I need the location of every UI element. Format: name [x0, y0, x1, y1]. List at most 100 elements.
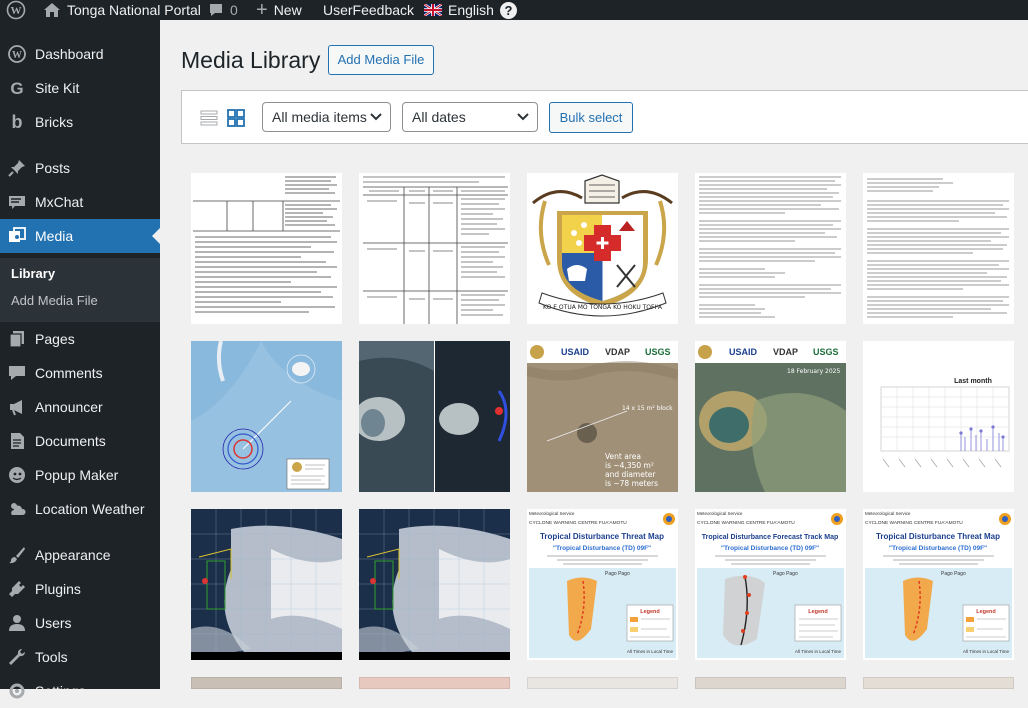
media-item-cloud-satellite-1[interactable] — [191, 509, 342, 660]
media-item-cloud-satellite-2[interactable] — [359, 509, 510, 660]
sidebar-item-label: Tools — [35, 649, 68, 665]
wordpress-logo[interactable]: W — [6, 0, 26, 20]
usgs-logo: USGS — [645, 347, 671, 357]
paintbrush-icon — [9, 547, 25, 564]
sidebar-item-comments[interactable]: Comments — [0, 356, 160, 390]
sidebar-item-label: Comments — [35, 365, 103, 381]
media-item-photo-1[interactable] — [191, 677, 342, 689]
vent-diam-label: and diameter — [605, 470, 656, 479]
plugin-icon — [9, 581, 25, 597]
media-item-ocean-map[interactable] — [191, 341, 342, 492]
admin-bar: W Tonga National Portal 0 + New UserFeed… — [0, 0, 1028, 20]
sidebar-item-settings[interactable]: Settings — [0, 674, 160, 708]
document-icon — [11, 433, 24, 449]
all-times-label: All Times in Local Time — [795, 649, 842, 654]
usgs-logo: USGS — [813, 347, 839, 357]
comments-link[interactable]: 0 — [208, 0, 238, 20]
media-item-photo-5[interactable] — [863, 677, 1014, 689]
sidebar-item-label: Appearance — [35, 547, 111, 563]
sidebar-item-appearance[interactable]: Appearance — [0, 538, 160, 572]
legend-title: Legend — [976, 609, 996, 615]
media-toolbar: All media items All dates Bulk select — [181, 90, 1028, 144]
sidebar-item-label: Posts — [35, 160, 71, 176]
sidebar-item-pages[interactable]: Pages — [0, 322, 160, 356]
image-date-label: 18 February 2025 — [787, 368, 840, 375]
media-item-document-text-2[interactable] — [863, 173, 1014, 324]
vdap-logo: VDAP — [605, 347, 630, 357]
sidebar-item-popup-maker[interactable]: Popup Maker — [0, 458, 160, 492]
document-thumbnail — [191, 173, 342, 324]
media-item-document-positions[interactable] — [359, 173, 510, 324]
legend-title: Legend — [808, 609, 828, 615]
dashboard-icon: W — [8, 45, 26, 63]
threat-map-image: Meteorological Service CYCLONE WARNING C… — [863, 509, 1014, 660]
media-item-forecast-track-map[interactable]: Meteorological Service CYCLONE WARNING C… — [695, 509, 846, 660]
sidebar-item-documents[interactable]: Documents — [0, 424, 160, 458]
sidebar-item-posts[interactable]: Posts — [0, 151, 160, 185]
vent-size-label: is ~4,350 m² — [605, 461, 654, 470]
seismic-chart-image: Last month — [863, 341, 1014, 492]
sidebar-item-site-kit[interactable]: G Site Kit — [0, 71, 160, 105]
media-item-document-table[interactable] — [191, 173, 342, 324]
usaid-logo: USAID — [561, 347, 590, 357]
bulk-select-button[interactable]: Bulk select — [549, 102, 633, 133]
media-item-photo-4[interactable] — [695, 677, 846, 689]
media-item-photo-3[interactable] — [527, 677, 678, 689]
svg-text:W: W — [12, 50, 22, 61]
vent-area-label: Vent area — [605, 452, 641, 461]
svg-text:G: G — [10, 79, 23, 97]
forecast-track-map-image: Meteorological Service CYCLONE WARNING C… — [695, 509, 846, 660]
submenu-add-media-file[interactable]: Add Media File — [11, 293, 98, 308]
all-times-label: All Times in Local Time — [627, 649, 674, 654]
site-name-link[interactable]: Tonga National Portal — [43, 0, 201, 20]
language-switcher[interactable]: English ? — [424, 0, 517, 20]
admin-sidebar: W Dashboard G Site Kit b Bricks Posts Mx… — [0, 20, 160, 699]
document-thumbnail — [359, 173, 510, 324]
document-thumbnail — [695, 173, 846, 324]
bricks-b-icon: b — [12, 113, 23, 131]
megaphone-icon — [10, 400, 22, 416]
grid-view-icon[interactable] — [227, 109, 245, 127]
userfeedback-label: UserFeedback — [323, 2, 415, 18]
place-label: Pago Pago — [605, 571, 630, 577]
help-icon[interactable]: ? — [499, 1, 517, 19]
chevron-down-icon — [370, 113, 382, 121]
sidebar-item-location-weather[interactable]: Location Weather — [0, 492, 160, 526]
media-item-satellite-comparison[interactable] — [359, 341, 510, 492]
sidebar-item-label: Dashboard — [35, 46, 104, 62]
submenu-library[interactable]: Library — [11, 266, 55, 281]
media-item-threat-map-1[interactable]: Meteorological Service CYCLONE WARNING C… — [527, 509, 678, 660]
media-submenu: Library Add Media File — [0, 258, 160, 322]
list-view-icon[interactable] — [200, 109, 218, 127]
date-filter[interactable]: All dates — [402, 102, 538, 132]
td-name: "Tropical Disturbance (TD) 09F" — [889, 545, 987, 552]
media-item-threat-map-2[interactable]: Meteorological Service CYCLONE WARNING C… — [863, 509, 1014, 660]
sidebar-item-users[interactable]: Users — [0, 606, 160, 640]
add-media-file-button[interactable]: Add Media File — [328, 45, 434, 75]
userfeedback-link[interactable]: UserFeedback — [323, 0, 414, 20]
vdap-logo: VDAP — [773, 347, 798, 357]
media-item-photo-2[interactable] — [359, 677, 510, 689]
sidebar-item-bricks[interactable]: b Bricks — [0, 105, 160, 139]
threat-map-image: Meteorological Service CYCLONE WARNING C… — [527, 509, 678, 660]
map-title: Tropical Disturbance Forecast Track Map — [702, 534, 839, 541]
media-item-coat-of-arms[interactable]: KO E OTUA MO TONGA KO HOKU TOFI'A — [527, 173, 678, 324]
sidebar-item-announcer[interactable]: Announcer — [0, 390, 160, 424]
media-item-document-text-1[interactable] — [695, 173, 846, 324]
sidebar-item-media[interactable]: Media — [0, 219, 160, 253]
site-name: Tonga National Portal — [67, 2, 201, 18]
media-item-seismic-chart[interactable]: Last month — [863, 341, 1014, 492]
sidebar-item-mxchat[interactable]: MxChat — [0, 185, 160, 219]
home-icon — [44, 3, 60, 17]
sidebar-item-dashboard[interactable]: W Dashboard — [0, 37, 160, 71]
media-item-vent-area[interactable]: USAID VDAP USGS 14 x 15 m² block Vent ar… — [527, 341, 678, 492]
popup-icon — [9, 467, 25, 483]
media-item-island-satellite[interactable]: USAID VDAP USGS 18 February 2025 — [695, 341, 846, 492]
media-type-filter[interactable]: All media items — [262, 102, 391, 132]
map-title: Tropical Disturbance Threat Map — [876, 532, 1000, 541]
ocean-map-image — [191, 341, 342, 492]
new-content-link[interactable]: + New — [256, 0, 302, 20]
usaid-logo: USAID — [729, 347, 758, 357]
sidebar-item-plugins[interactable]: Plugins — [0, 572, 160, 606]
sidebar-item-tools[interactable]: Tools — [0, 640, 160, 674]
